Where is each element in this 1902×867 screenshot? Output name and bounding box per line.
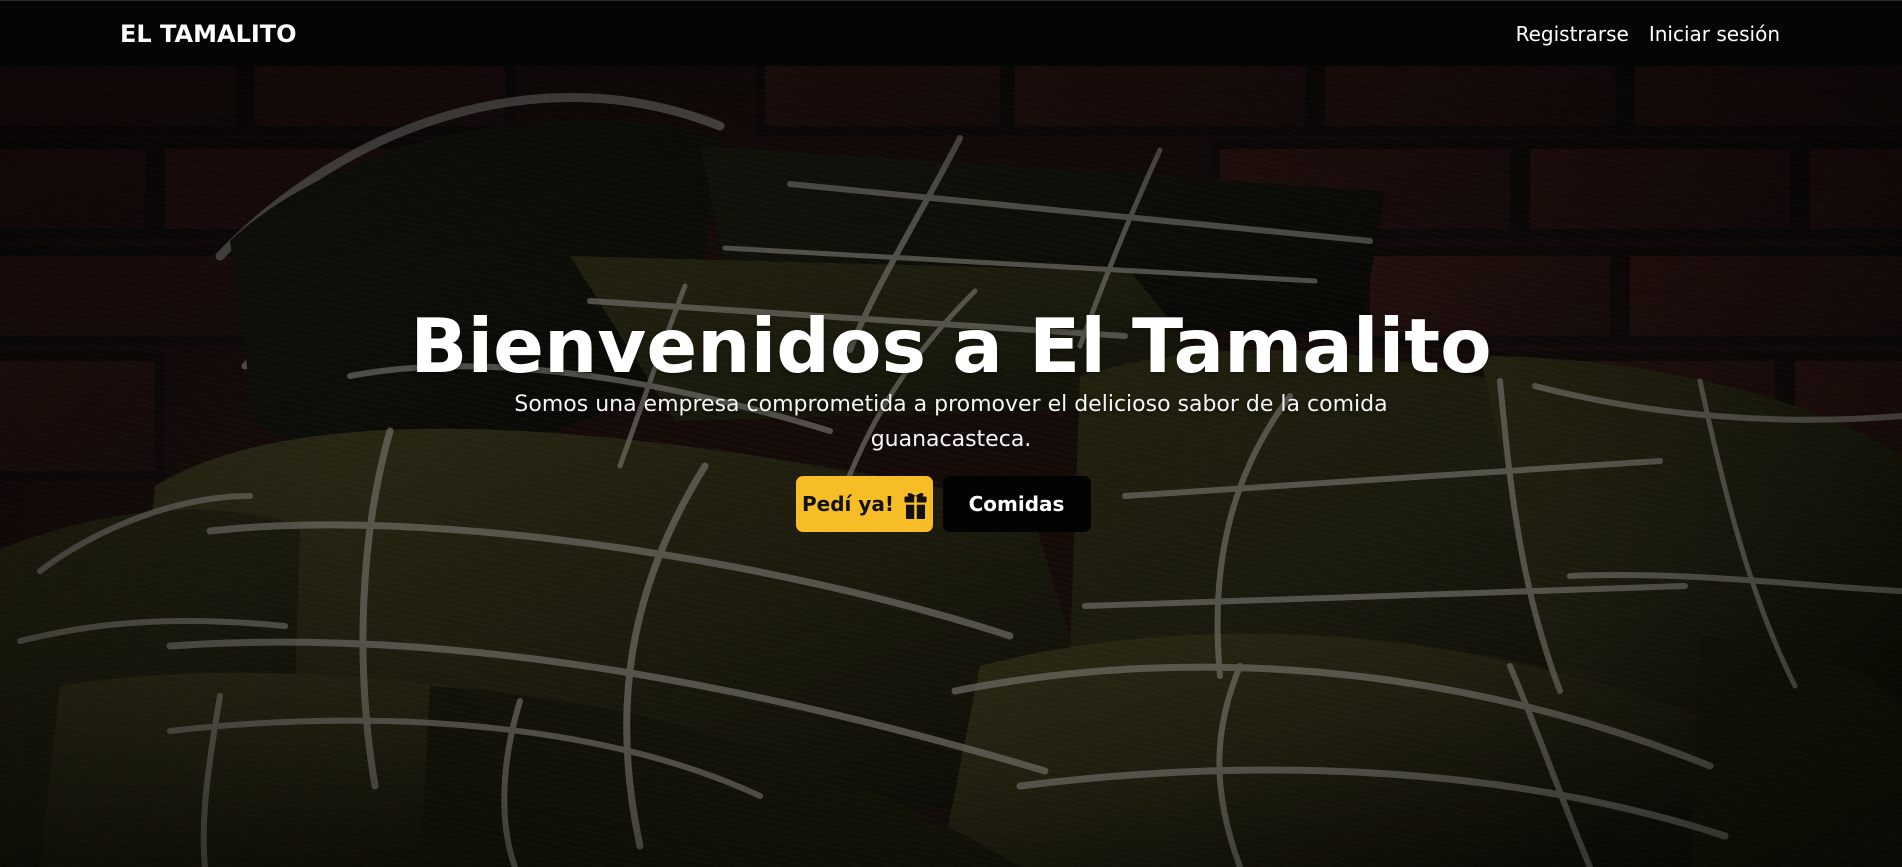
hero-title: Bienvenidos a El Tamalito: [410, 302, 1492, 390]
top-navigation: EL TAMALITO Registrarse Iniciar sesión: [0, 0, 1902, 66]
order-now-button[interactable]: Pedí ya!: [795, 476, 933, 532]
login-link[interactable]: Iniciar sesión: [1649, 21, 1780, 47]
order-now-label: Pedí ya!: [801, 492, 894, 516]
hero-content: Bienvenidos a El Tamalito Somos una empr…: [360, 305, 1542, 532]
register-link[interactable]: Registrarse: [1516, 21, 1629, 47]
brand-logo-link[interactable]: EL TAMALITO: [120, 19, 297, 49]
hero-description: Somos una empresa comprometida a promove…: [514, 392, 1388, 452]
gift-icon: [904, 492, 927, 519]
account-navigation: Registrarse Iniciar sesión: [1516, 21, 1780, 47]
landing-page: EL TAMALITO Registrarse Iniciar sesión B…: [0, 0, 1902, 867]
hero-actions: Pedí ya! Comidas: [344, 476, 1542, 532]
hero-section: Bienvenidos a El Tamalito Somos una empr…: [0, 66, 1902, 867]
foods-button[interactable]: Comidas: [942, 476, 1091, 532]
